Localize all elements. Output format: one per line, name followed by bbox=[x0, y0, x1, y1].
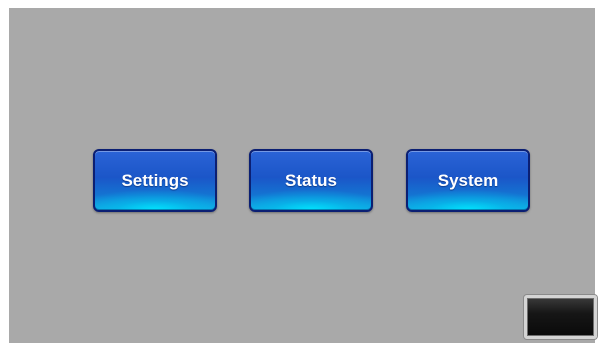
settings-button-label: Settings bbox=[121, 170, 189, 190]
system-button-label: System bbox=[437, 170, 499, 190]
status-button[interactable]: Status bbox=[249, 149, 373, 212]
system-button[interactable]: System bbox=[406, 149, 530, 212]
corner-dark-button[interactable] bbox=[524, 295, 597, 339]
hmi-screen: Settings Status System bbox=[9, 8, 597, 343]
status-button-label: Status bbox=[285, 170, 337, 190]
settings-button[interactable]: Settings bbox=[93, 149, 217, 212]
